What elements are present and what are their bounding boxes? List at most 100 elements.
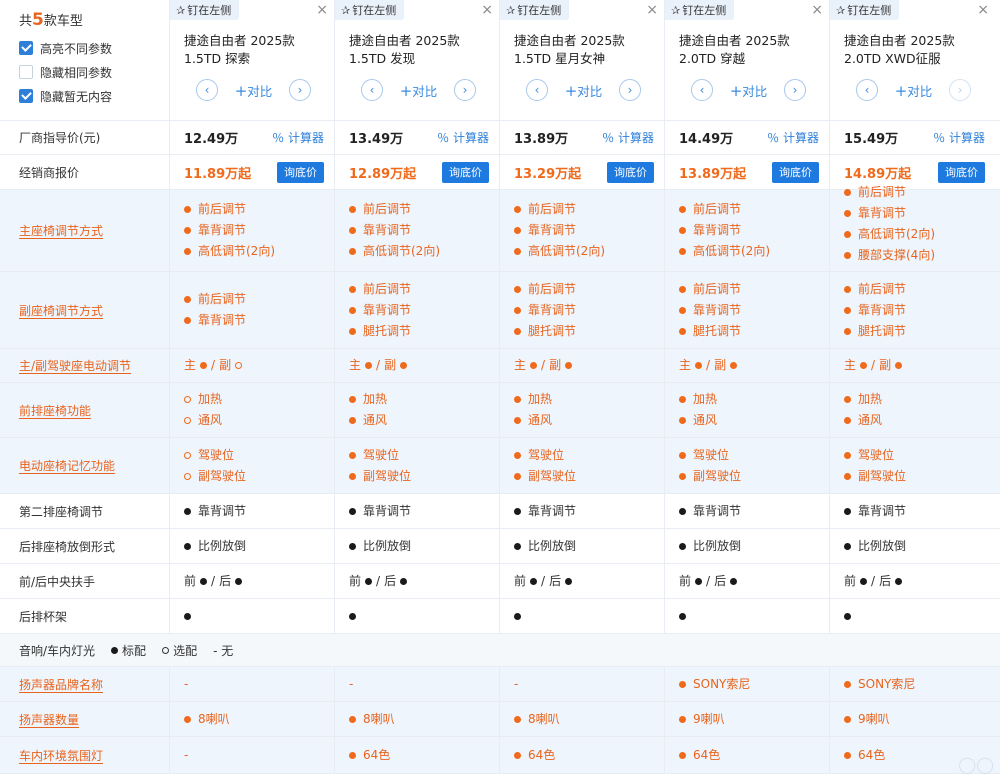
pin-left-button[interactable]: ✰ 钉在左侧 (500, 0, 570, 20)
checkbox-checked-icon[interactable] (19, 41, 33, 55)
filled-dot-icon (514, 715, 521, 723)
spec-cell: - (170, 667, 335, 701)
pin-left-button[interactable]: ✰ 钉在左侧 (170, 0, 240, 20)
row-label[interactable]: 副座椅调节方式 (0, 272, 170, 348)
move-right-button[interactable]: › (619, 79, 641, 101)
move-right-button[interactable]: › (289, 79, 311, 101)
row-label[interactable]: 主/副驾驶座电动调节 (0, 349, 170, 382)
compare-button[interactable]: +对比 (565, 81, 603, 100)
spec-value-text: 靠背调节 (858, 302, 907, 317)
row-label[interactable]: 扬声器品牌名称 (0, 667, 170, 701)
filter-panel: 共5款车型 高亮不同参数 隐藏相同参数 隐藏暂无内容 (0, 0, 170, 120)
filled-dot-icon (184, 317, 191, 324)
move-right-button[interactable]: › (784, 79, 806, 101)
compare-label: 对比 (907, 83, 933, 99)
compare-button[interactable]: +对比 (895, 81, 933, 100)
spec-side-a: 主 (679, 358, 692, 372)
plus-icon: + (399, 81, 413, 100)
filled-dot-icon (349, 417, 356, 424)
calculator-link[interactable]: ％ 计算器 (767, 129, 819, 146)
row-label[interactable]: 车内环境氛围灯 (0, 737, 170, 773)
filled-dot-icon (349, 327, 356, 335)
close-icon[interactable]: × (811, 2, 823, 18)
close-icon[interactable]: × (316, 2, 328, 18)
spec-value-text: 比例放倒 (198, 538, 247, 553)
move-left-button[interactable]: ‹ (196, 79, 218, 101)
close-icon[interactable]: × (481, 2, 493, 18)
spec-value: 靠背调节 (184, 310, 334, 331)
spec-value: SONY索尼 (679, 674, 829, 695)
spec-value: 驾驶位 (349, 445, 499, 466)
compare-button[interactable]: +对比 (235, 81, 273, 100)
spec-value-text: 靠背调节 (198, 313, 247, 327)
checkbox-checked-icon[interactable] (19, 89, 33, 103)
checkbox-hide-empty[interactable]: 隐藏暂无内容 (19, 84, 169, 108)
checkbox-hide-same[interactable]: 隐藏相同参数 (19, 60, 169, 84)
filled-dot-icon (679, 451, 686, 459)
row-label[interactable]: 电动座椅记忆功能 (0, 438, 170, 493)
filled-dot-icon (679, 751, 686, 759)
calculator-link[interactable]: ％ 计算器 (437, 129, 489, 146)
spec-cell: 9喇叭 (665, 702, 830, 736)
calculator-link[interactable]: ％ 计算器 (933, 129, 985, 146)
filled-dot-icon (184, 507, 191, 515)
filled-dot-icon (844, 715, 851, 723)
move-right-button[interactable]: › (949, 79, 971, 101)
filled-dot-icon (349, 451, 356, 459)
filled-dot-icon (514, 306, 521, 314)
filled-dot-icon (844, 396, 851, 403)
ask-price-button[interactable]: 询底价 (607, 161, 654, 183)
row-label[interactable]: 前排座椅功能 (0, 383, 170, 437)
compare-label: 对比 (742, 83, 768, 99)
spec-row: 主座椅调节方式 前后调节 靠背调节 高低调节(2向) 前后调节 靠背调节 高低调节(2向) 前… (0, 185, 1000, 272)
ask-price-button[interactable]: 询底价 (277, 161, 324, 183)
ask-price-button[interactable]: 询底价 (938, 161, 985, 183)
move-left-button[interactable]: ‹ (691, 79, 713, 101)
move-left-button[interactable]: ‹ (526, 79, 548, 101)
filled-dot-icon (679, 715, 686, 723)
checkbox-highlight-diff[interactable]: 高亮不同参数 (19, 36, 169, 60)
spec-value-text: 靠背调节 (693, 503, 742, 518)
filled-dot-icon (514, 327, 521, 335)
move-left-button[interactable]: ‹ (856, 79, 878, 101)
spec-value: 主 / 副 (349, 355, 499, 376)
compare-button[interactable]: +对比 (730, 81, 768, 100)
spec-value: SONY索尼 (844, 674, 995, 695)
spec-value-text: 副驾驶位 (528, 468, 577, 483)
checkbox-unchecked-icon[interactable] (19, 65, 33, 79)
spec-value: 9喇叭 (679, 709, 829, 730)
ask-price-button[interactable]: 询底价 (772, 161, 819, 183)
spec-value-text: 驾驶位 (363, 447, 400, 462)
pin-left-button[interactable]: ✰ 钉在左侧 (830, 0, 900, 20)
spec-value (844, 612, 995, 620)
car-name: 捷途自由者 2025款 2.0TD 穿越 (679, 32, 790, 68)
spec-value: 高低调节(2向) (184, 241, 334, 262)
compare-button[interactable]: +对比 (400, 81, 438, 100)
count-prefix: 共 (19, 14, 33, 29)
move-left-button[interactable]: ‹ (361, 79, 383, 101)
spec-cell: 比例放倒 (500, 529, 665, 563)
spec-side-a: 前 (349, 573, 362, 588)
spec-row: 扬声器数量 8喇叭 8喇叭 8喇叭 9喇叭 9喇叭 (0, 702, 1000, 737)
row-label[interactable]: 扬声器数量 (0, 702, 170, 736)
pin-label: 钉在左侧 (682, 4, 727, 17)
filled-dot-icon (844, 472, 851, 480)
calculator-link[interactable]: ％ 计算器 (602, 129, 654, 146)
row-label[interactable]: 主座椅调节方式 (0, 190, 170, 271)
filled-dot-icon (349, 751, 356, 759)
filled-dot-icon (200, 577, 208, 585)
ask-price-button[interactable]: 询底价 (442, 161, 489, 183)
close-icon[interactable]: × (977, 2, 989, 18)
spec-value-text: 靠背调节 (858, 206, 907, 220)
spec-value: 驾驶位 (679, 445, 829, 466)
pin-left-button[interactable]: ✰ 钉在左侧 (335, 0, 405, 20)
spec-value-text: 通风 (528, 413, 553, 427)
filled-dot-icon (514, 472, 521, 480)
percent-icon: ％ (933, 131, 949, 145)
spec-value: 靠背调节 (514, 300, 664, 321)
pin-left-button[interactable]: ✰ 钉在左侧 (665, 0, 735, 20)
calculator-link[interactable]: ％ 计算器 (272, 129, 324, 146)
car-name-line2: 1.5TD 星月女神 (514, 51, 606, 66)
move-right-button[interactable]: › (454, 79, 476, 101)
close-icon[interactable]: × (646, 2, 658, 18)
